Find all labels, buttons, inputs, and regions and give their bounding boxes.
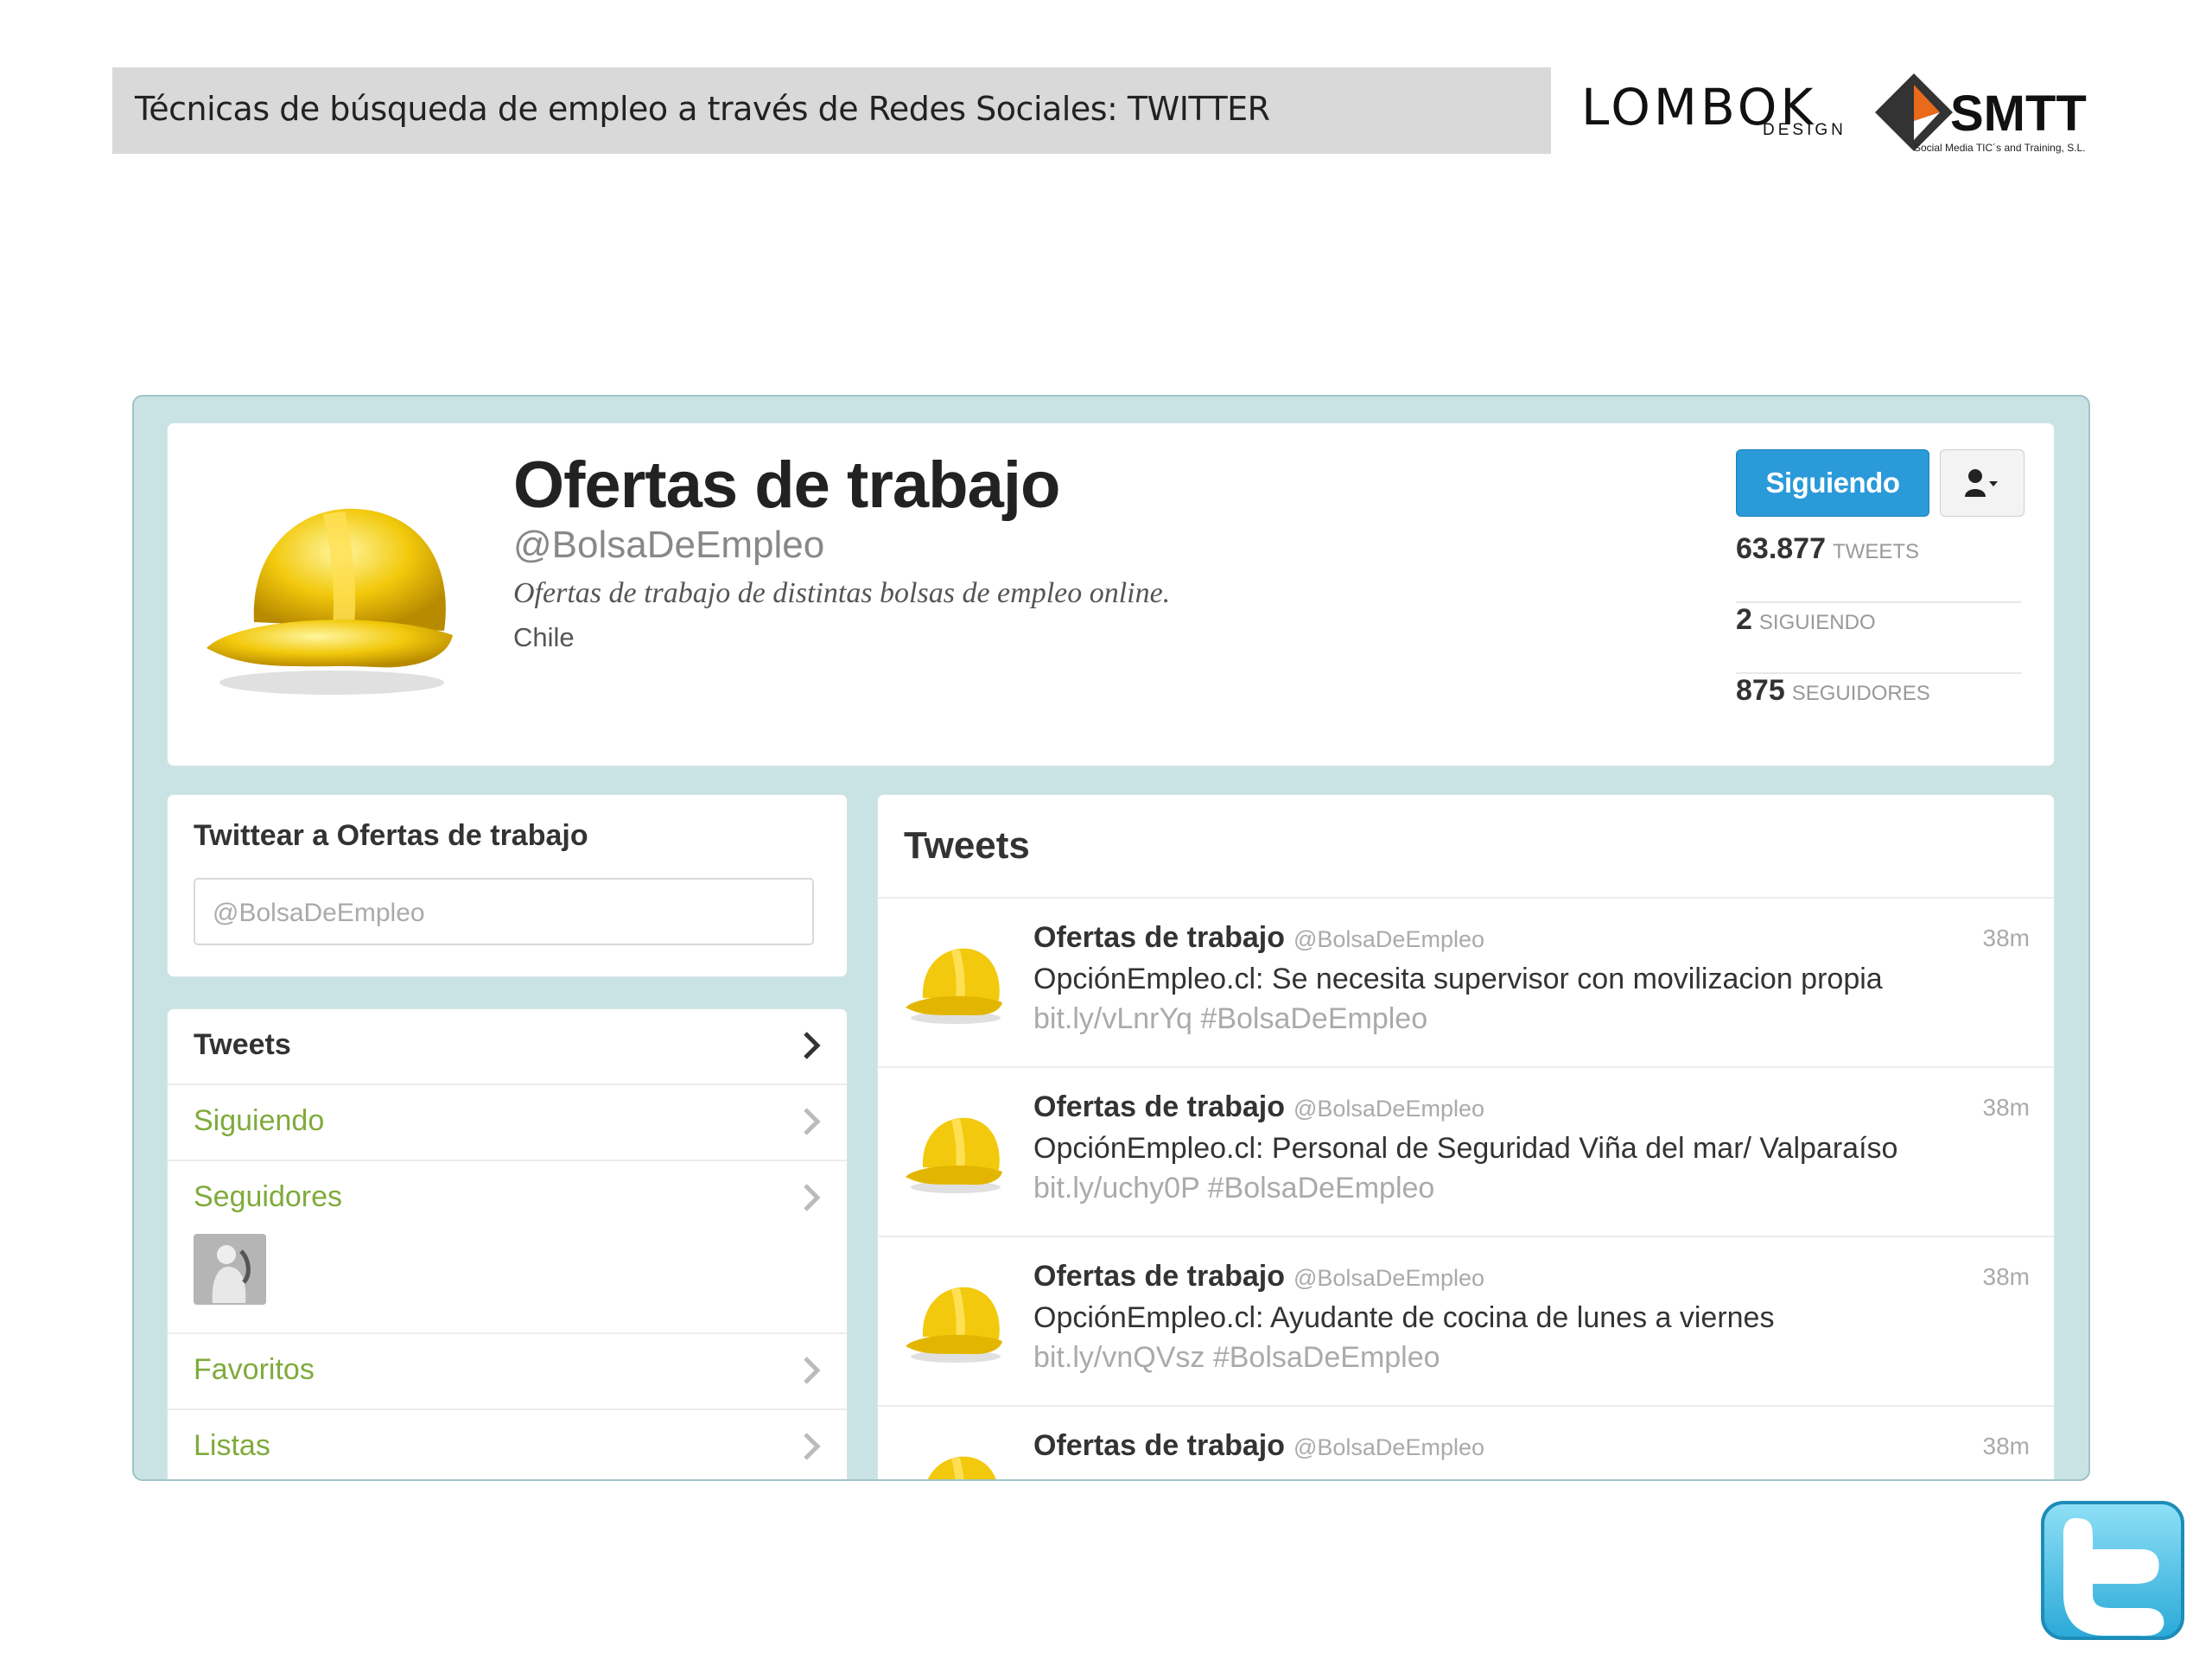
nav-item-lists[interactable]: Listas xyxy=(168,1410,847,1479)
tweet-link[interactable]: bit.ly/vnQVsz xyxy=(1033,1341,1205,1374)
chevron-right-icon xyxy=(804,1357,821,1384)
nav-item-label: Listas xyxy=(194,1429,270,1462)
stat-followers-label: SEGUIDORES xyxy=(1791,682,1930,705)
nav-item-label: Favoritos xyxy=(194,1353,315,1386)
slide-header: Técnicas de búsqueda de empleo a través … xyxy=(112,67,1551,154)
profile-name: Ofertas de trabajo xyxy=(513,448,1060,522)
following-button[interactable]: Siguiendo xyxy=(1736,449,1929,517)
tweet-author-name: Ofertas de trabajo xyxy=(1033,1260,1285,1293)
helmet-icon xyxy=(906,948,1002,1024)
nav-item-label: Seguidores xyxy=(194,1180,343,1213)
compose-card: Twittear a Ofertas de trabajo @BolsaDeEm… xyxy=(167,794,848,977)
tweet-author[interactable]: Ofertas de trabajo @BolsaDeEmpleo xyxy=(1033,921,1484,955)
tweet-author[interactable]: Ofertas de trabajo @BolsaDeEmpleo xyxy=(1033,1090,1484,1124)
chevron-right-icon xyxy=(804,1032,821,1059)
chevron-right-icon xyxy=(804,1184,821,1211)
follower-avatar[interactable] xyxy=(194,1234,266,1305)
helmet-icon xyxy=(207,508,453,695)
tweet-handle: @BolsaDeEmpleo xyxy=(1293,926,1484,952)
tweet-hashtag[interactable]: #BolsaDeEmpleo xyxy=(1200,1002,1427,1035)
tweet-item[interactable]: Ofertas de trabajo @BolsaDeEmpleo 38m Opc… xyxy=(878,1236,2054,1407)
nav-item-tweets[interactable]: Tweets xyxy=(168,1009,847,1085)
tweet-author[interactable]: Ofertas de trabajo @BolsaDeEmpleo xyxy=(1033,1260,1484,1294)
stat-following[interactable]: 2 SIGUIENDO xyxy=(1736,603,2021,674)
tweet-text: OpciónEmpleo.cl: Se necesita supervisor … xyxy=(1033,963,1883,995)
twitter-profile-frame: Ofertas de trabajo @BolsaDeEmpleo Oferta… xyxy=(132,395,2090,1481)
slide-title: Técnicas de búsqueda de empleo a través … xyxy=(135,90,1270,128)
tweet-links: bit.ly/uchy0P #BolsaDeEmpleo xyxy=(1033,1172,1434,1205)
compose-title: Twittear a Ofertas de trabajo xyxy=(194,819,588,852)
tweet-hashtag[interactable]: #BolsaDeEmpleo xyxy=(1208,1172,1435,1205)
stat-tweets-count: 63.877 xyxy=(1736,532,1826,565)
tweet-time[interactable]: 38m xyxy=(1983,1433,2030,1460)
tweet-time[interactable]: 38m xyxy=(1983,1094,2030,1122)
tweet-links: bit.ly/vnQVsz #BolsaDeEmpleo xyxy=(1033,1341,1440,1375)
tweet-text: OpciónEmpleo.cl: Ayudante de cocina de l… xyxy=(1033,1301,1775,1334)
tweet-text: OpciónEmpleo.cl: Personal de Seguridad V… xyxy=(1033,1132,1898,1165)
lombok-logo-sub: DESIGN xyxy=(1763,121,1847,139)
tweets-timeline: Tweets Ofertas de trabajo @BolsaDeEmpleo … xyxy=(877,794,2055,1479)
tweet-time[interactable]: 38m xyxy=(1983,925,2030,952)
tweet-links: bit.ly/vLnrYq #BolsaDeEmpleo xyxy=(1033,1002,1427,1036)
tweet-item[interactable]: Ofertas de trabajo @BolsaDeEmpleo 38m xyxy=(878,1405,2054,1479)
profile-card: Ofertas de trabajo @BolsaDeEmpleo Oferta… xyxy=(167,423,2055,766)
tweet-author-name: Ofertas de trabajo xyxy=(1033,1090,1285,1123)
twitter-bird-icon xyxy=(2041,1501,2184,1640)
tweet-author[interactable]: Ofertas de trabajo @BolsaDeEmpleo xyxy=(1033,1429,1484,1463)
stat-followers-count: 875 xyxy=(1736,674,1785,707)
chevron-right-icon xyxy=(804,1108,821,1135)
nav-item-label: Siguiendo xyxy=(194,1104,325,1137)
nav-item-label: Tweets xyxy=(194,1028,291,1061)
tweet-author-name: Ofertas de trabajo xyxy=(1033,1429,1285,1462)
profile-location: Chile xyxy=(513,622,575,652)
stat-tweets-label: TWEETS xyxy=(1833,540,1919,563)
stat-tweets[interactable]: 63.877 TWEETS xyxy=(1736,532,2021,603)
stat-following-count: 2 xyxy=(1736,603,1752,636)
profile-bio: Ofertas de trabajo de distintas bolsas d… xyxy=(513,577,1171,609)
tweet-handle: @BolsaDeEmpleo xyxy=(1293,1434,1484,1460)
tweet-link[interactable]: bit.ly/vLnrYq xyxy=(1033,1002,1192,1035)
brand-logos: LOMBOK DESIGN SMTT Social Media TIC´s an… xyxy=(1581,67,2100,162)
helmet-icon xyxy=(906,1117,1002,1193)
nav-item-favorites[interactable]: Favoritos xyxy=(168,1334,847,1410)
compose-input[interactable]: @BolsaDeEmpleo xyxy=(194,878,814,945)
tweet-item[interactable]: Ofertas de trabajo @BolsaDeEmpleo 38m Opc… xyxy=(878,897,2054,1068)
tweet-item[interactable]: Ofertas de trabajo @BolsaDeEmpleo 38m Opc… xyxy=(878,1066,2054,1237)
nav-item-followers[interactable]: Seguidores xyxy=(168,1161,847,1334)
statue-image xyxy=(194,1234,266,1305)
stat-following-label: SIGUIENDO xyxy=(1758,611,1876,634)
user-icon xyxy=(1965,469,1998,497)
helmet-icon xyxy=(927,1456,996,1479)
nav-item-following[interactable]: Siguiendo xyxy=(168,1085,847,1161)
profile-nav: Tweets Siguiendo Seguidores Favoritos Li… xyxy=(167,1008,848,1479)
chevron-right-icon xyxy=(804,1433,821,1460)
smtt-logo-sub: Social Media TIC´s and Training, S.L. xyxy=(1914,142,2086,154)
tweet-hashtag[interactable]: #BolsaDeEmpleo xyxy=(1213,1341,1440,1374)
tweet-link[interactable]: bit.ly/uchy0P xyxy=(1033,1172,1199,1205)
tweet-handle: @BolsaDeEmpleo xyxy=(1293,1096,1484,1122)
timeline-title: Tweets xyxy=(904,824,1030,867)
tweet-handle: @BolsaDeEmpleo xyxy=(1293,1265,1484,1291)
stat-followers[interactable]: 875 SEGUIDORES xyxy=(1736,674,2021,743)
user-actions-dropdown[interactable] xyxy=(1940,449,2024,517)
helmet-icon xyxy=(906,1287,1002,1363)
profile-handle[interactable]: @BolsaDeEmpleo xyxy=(513,524,824,567)
tweet-author-name: Ofertas de trabajo xyxy=(1033,921,1285,954)
tweet-time[interactable]: 38m xyxy=(1983,1263,2030,1291)
smtt-logo: SMTT xyxy=(1950,86,2087,142)
